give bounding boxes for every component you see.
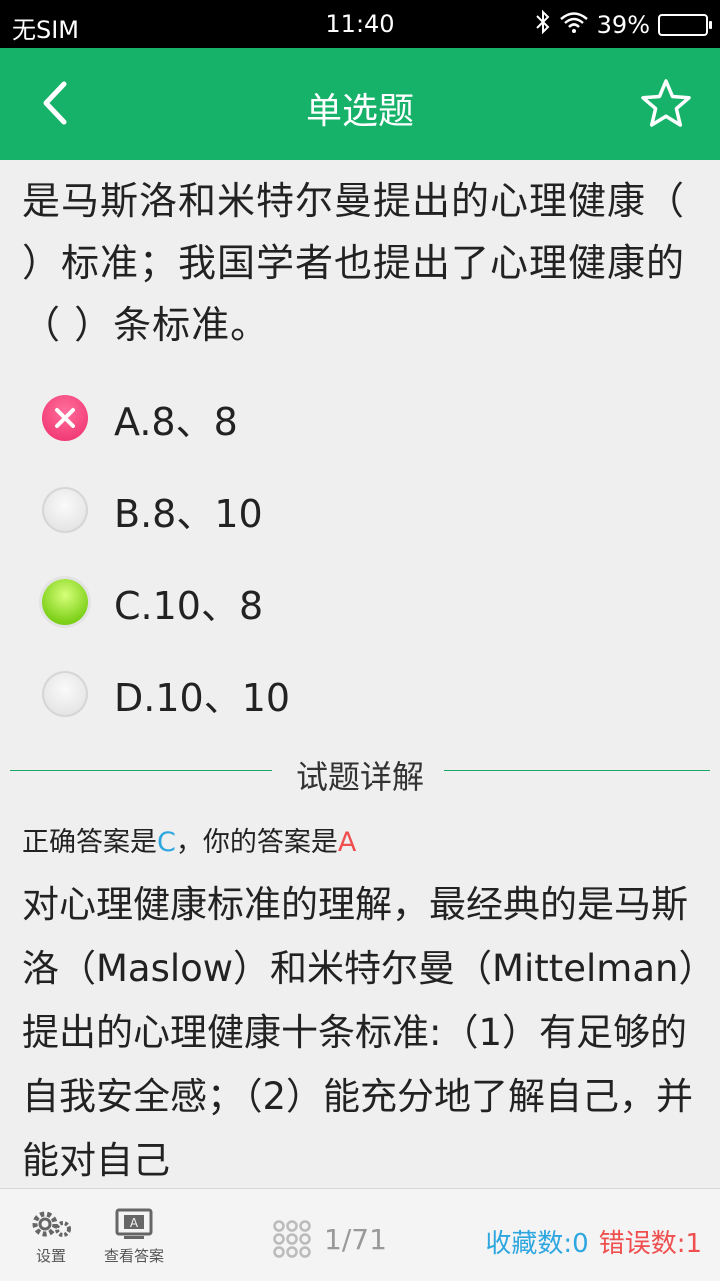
question-content: 是马斯洛和米特尔曼提出的心理健康（ ）标准；我国学者也提出了心理健康的（ ）条标… [0, 160, 720, 1188]
star-outline-icon [641, 79, 691, 127]
radio-empty-icon [42, 487, 88, 533]
option-c[interactable]: C.10、8 [0, 556, 720, 648]
option-b[interactable]: B.8、10 [0, 464, 720, 556]
answer-summary: 正确答案是C，你的答案是A [22, 827, 357, 858]
settings-button[interactable]: 设置 [28, 1207, 74, 1266]
radio-empty-icon [42, 671, 88, 717]
user-answer: A [337, 827, 357, 858]
view-answer-button[interactable]: A 查看答案 [104, 1207, 164, 1266]
settings-label: 设置 [35, 1247, 66, 1265]
explanation-text: 对心理健康标准的理解，最经典的是马斯洛（Maslow）和米特尔曼（Mittelm… [22, 883, 697, 1182]
option-label: D.10、10 [114, 675, 291, 720]
correct-answer: C [157, 827, 176, 858]
gear-icon [32, 1211, 71, 1237]
option-label: B.8、10 [114, 491, 263, 536]
battery-percent: 39% [596, 11, 650, 39]
svg-text:A: A [130, 1216, 139, 1230]
page-indicator: 1/71 [324, 1222, 387, 1256]
wrong-mark-icon [42, 395, 88, 441]
option-list: A.8、8 B.8、10 C.10、8 D.10、10 [0, 372, 720, 740]
option-label: A.8、8 [114, 399, 238, 444]
page-title: 单选题 [305, 91, 414, 132]
correct-mark-icon [42, 579, 88, 625]
option-a[interactable]: A.8、8 [0, 372, 720, 464]
option-label: C.10、8 [114, 583, 264, 628]
bluetooth-icon [535, 9, 551, 41]
wifi-icon [559, 11, 589, 39]
status-bar: 无SIM 11:40 39% [0, 0, 720, 48]
errors-count[interactable]: 错误数:1 [599, 1229, 702, 1259]
answer-screen-icon: A [115, 1208, 153, 1239]
favorite-button[interactable] [640, 78, 692, 130]
view-answer-label: 查看答案 [104, 1247, 165, 1265]
nav-bar: 单选题 [0, 48, 720, 160]
battery-icon [658, 14, 712, 36]
detail-divider: 试题详解 [0, 750, 720, 796]
question-index-button[interactable]: 1/71 [272, 1219, 387, 1259]
grid-icon [273, 1220, 311, 1258]
option-d[interactable]: D.10、10 [0, 648, 720, 740]
favorites-count[interactable]: 收藏数:0 [485, 1229, 588, 1259]
question-text: 是马斯洛和米特尔曼提出的心理健康（ ）标准；我国学者也提出了心理健康的（ ）条标… [22, 179, 686, 347]
detail-heading: 试题详解 [295, 758, 424, 796]
bottom-toolbar: 设置 A 查看答案 1/71 收藏数:0 错误数:1 [0, 1188, 720, 1281]
stats: 收藏数:0 错误数:1 [485, 1223, 702, 1260]
